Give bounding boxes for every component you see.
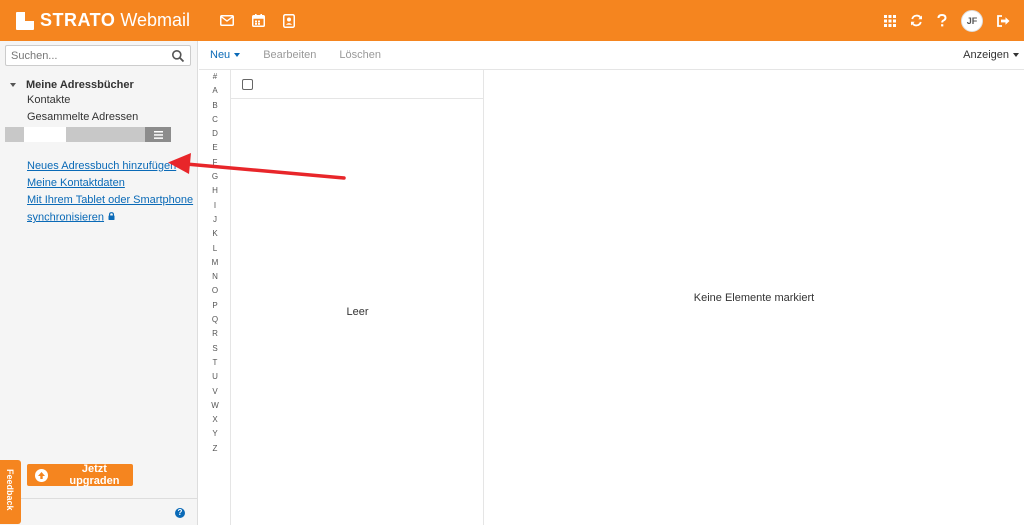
alphabet-letter[interactable]: A xyxy=(199,84,231,98)
logout-icon[interactable] xyxy=(997,14,1010,27)
refresh-icon[interactable] xyxy=(910,14,923,27)
user-avatar[interactable]: JF xyxy=(961,9,983,32)
new-addressbook-name-field[interactable] xyxy=(24,127,66,142)
addressbook-menu-button[interactable] xyxy=(145,127,171,142)
sidebar-footer: « ? xyxy=(0,498,197,525)
alphabet-letter[interactable]: N xyxy=(199,270,231,284)
contact-list: Leer xyxy=(231,70,484,525)
alphabet-letter[interactable]: G xyxy=(199,170,231,184)
detail-pane: Keine Elemente markiert xyxy=(484,70,1024,525)
alphabet-letter[interactable]: O xyxy=(199,284,231,298)
hamburger-icon xyxy=(153,130,163,139)
alphabet-letter[interactable]: D xyxy=(199,127,231,141)
alphabet-letter[interactable]: L xyxy=(199,242,231,256)
strato-logo[interactable]: STRATO Webmail xyxy=(16,0,190,41)
alphabet-index: # A B C D E F G H I J K L M N O P Q R S T U V W X Y Z xyxy=(199,70,231,525)
my-contact-data-link[interactable]: Meine Kontaktdaten xyxy=(27,175,193,192)
sidebar: Meine Adressbücher Kontakte Gesammelte A… xyxy=(0,41,198,525)
new-addressbook-row[interactable] xyxy=(5,127,171,142)
contact-list-header xyxy=(231,70,483,99)
help-icon[interactable] xyxy=(937,14,947,27)
top-actions: JF xyxy=(884,0,1010,41)
alphabet-letter[interactable]: T xyxy=(199,356,231,370)
alphabet-letter[interactable]: U xyxy=(199,370,231,384)
alphabet-letter[interactable]: Z xyxy=(199,442,231,456)
alphabet-letter[interactable]: S xyxy=(199,342,231,356)
mail-icon[interactable] xyxy=(220,15,235,26)
alphabet-letter[interactable]: Y xyxy=(199,427,231,441)
tree-header-label: Meine Adressbücher xyxy=(26,78,134,91)
logo-product: Webmail xyxy=(120,10,191,30)
strato-logo-icon xyxy=(16,11,34,30)
alphabet-letter[interactable]: W xyxy=(199,399,231,413)
tree-header-my-addressbooks[interactable]: Meine Adressbücher xyxy=(0,77,198,92)
list-empty-label: Leer xyxy=(346,306,369,318)
alphabet-letters: # A B C D E F G H I J K L M N O P Q R S T U V W X Y Z xyxy=(199,70,231,453)
alphabet-letter[interactable]: J xyxy=(199,213,231,227)
sync-link[interactable]: synchronisieren xyxy=(27,209,193,226)
select-all-checkbox[interactable] xyxy=(242,79,253,90)
tree-item-contacts[interactable]: Kontakte xyxy=(0,92,198,109)
alphabet-letter[interactable]: B xyxy=(199,99,231,113)
alphabet-letter[interactable]: R xyxy=(199,327,231,341)
detail-empty-label: Keine Elemente markiert xyxy=(693,292,815,304)
upgrade-button[interactable]: Jetzt upgraden xyxy=(27,463,133,487)
alphabet-letter[interactable]: Q xyxy=(199,313,231,327)
delete-button[interactable]: Löschen xyxy=(339,49,381,61)
sync-link-line2: synchronisieren xyxy=(27,211,105,224)
calendar-icon[interactable] xyxy=(252,14,266,27)
feedback-label: Feedback xyxy=(5,469,15,511)
alphabet-letter[interactable]: P xyxy=(199,299,231,313)
new-button[interactable]: Neu xyxy=(210,49,241,61)
alphabet-letter[interactable]: # xyxy=(199,70,231,84)
search-icon[interactable] xyxy=(171,49,185,63)
add-addressbook-link[interactable]: Neues Adressbuch hinzufügen xyxy=(27,158,193,175)
tree-item-collected-addresses[interactable]: Gesammelte Adressen xyxy=(0,109,198,126)
edit-button[interactable]: Bearbeiten xyxy=(263,49,316,61)
app-switcher xyxy=(220,13,296,28)
alphabet-letter[interactable]: I xyxy=(199,199,231,213)
view-dropdown[interactable]: Anzeigen xyxy=(963,49,1019,61)
search-input[interactable] xyxy=(6,49,166,62)
alphabet-letter[interactable]: M xyxy=(199,256,231,270)
caret-down-icon xyxy=(1013,53,1019,57)
feedback-tab[interactable]: Feedback xyxy=(0,460,21,524)
help-circle-icon[interactable]: ? xyxy=(175,508,185,518)
alphabet-letter[interactable]: F xyxy=(199,156,231,170)
alphabet-letter[interactable]: X xyxy=(199,413,231,427)
new-label: Neu xyxy=(210,49,231,61)
main-toolbar: Neu Bearbeiten Löschen Anzeigen xyxy=(199,41,1024,70)
alphabet-letter[interactable]: E xyxy=(199,141,231,155)
alphabet-letter[interactable]: K xyxy=(199,227,231,241)
logo-brand: STRATO xyxy=(40,10,116,30)
arrow-up-circle-icon xyxy=(35,468,48,482)
sidebar-links: Neues Adressbuch hinzufügen Meine Kontak… xyxy=(27,158,193,226)
addressbook-tree: Meine Adressbücher Kontakte Gesammelte A… xyxy=(0,77,198,126)
sync-link-line1[interactable]: Mit Ihrem Tablet oder Smartphone xyxy=(27,192,193,209)
alphabet-letter[interactable]: H xyxy=(199,184,231,198)
search-box xyxy=(5,45,191,66)
caret-down-icon xyxy=(234,53,241,57)
apps-grid-icon[interactable] xyxy=(884,14,896,27)
alphabet-letter[interactable]: C xyxy=(199,113,231,127)
upgrade-label: Jetzt upgraden xyxy=(69,463,120,487)
alphabet-letter[interactable]: V xyxy=(199,385,231,399)
lock-icon xyxy=(108,209,115,226)
view-label: Anzeigen xyxy=(963,49,1009,61)
top-bar: STRATO Webmail JF xyxy=(0,0,1024,41)
caret-down-icon[interactable] xyxy=(10,82,16,87)
contacts-icon[interactable] xyxy=(283,13,296,28)
